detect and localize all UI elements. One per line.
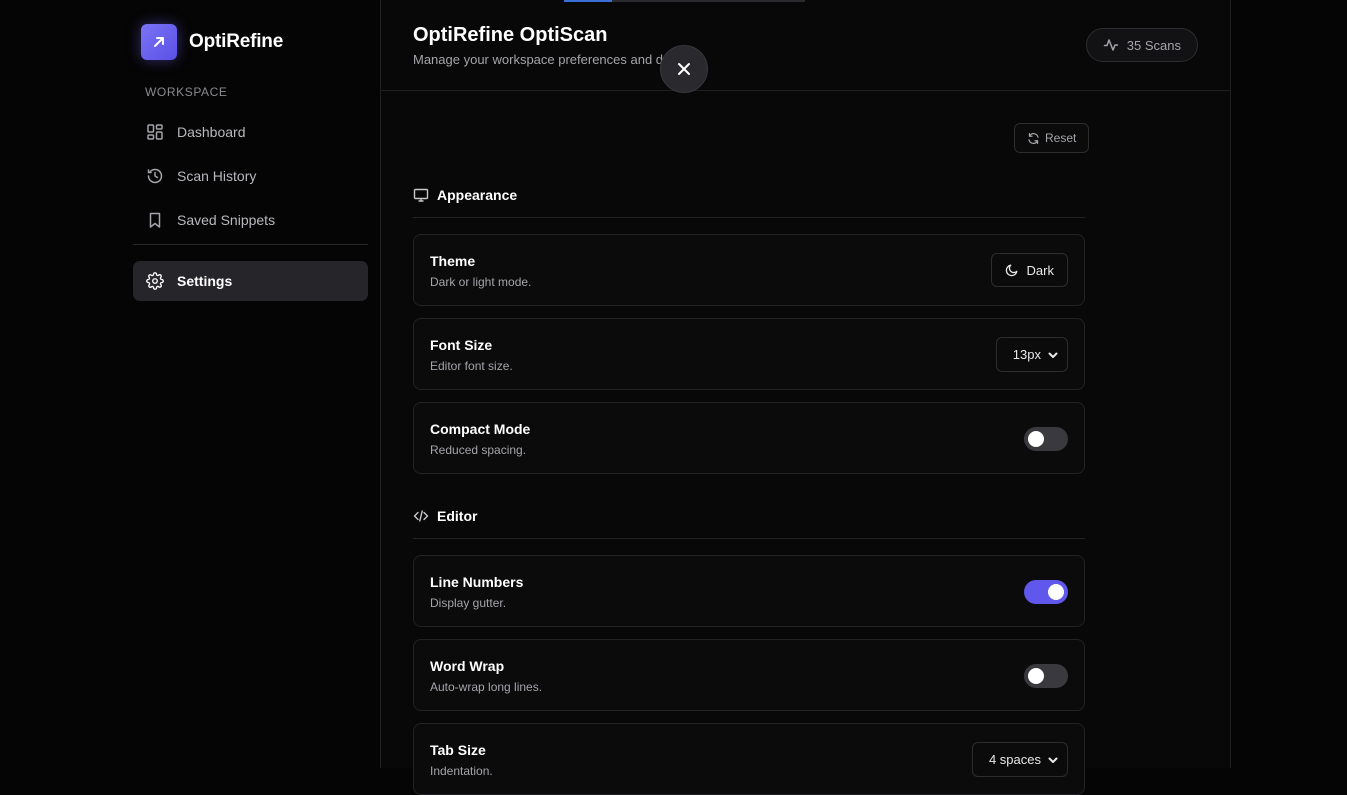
brand-name: OptiRefine (189, 31, 284, 52)
page-title: OptiRefine OptiScan (413, 24, 608, 46)
close-icon (676, 61, 692, 77)
sidebar-item-label: Scan History (177, 168, 257, 184)
toggle-knob (1028, 668, 1044, 684)
section-appearance: Appearance (413, 183, 1085, 207)
chevron-down-icon (1047, 754, 1059, 766)
arrow-up-right-icon (141, 24, 177, 60)
setting-font-size: Font Size Editor font size. 13px (413, 318, 1085, 390)
theme-toggle-button[interactable]: Dark (990, 253, 1068, 287)
tab-size-value: 4 spaces (988, 752, 1041, 767)
setting-description: Indentation. (430, 764, 493, 778)
sidebar-item-label: Saved Snippets (177, 212, 276, 228)
section-divider (413, 217, 1085, 218)
section-title: Editor (437, 508, 478, 524)
tab-size-select[interactable]: 4 spaces (971, 742, 1068, 777)
scans-count: 35 Scans (1126, 37, 1181, 53)
word-wrap-toggle[interactable] (1024, 664, 1068, 688)
setting-compact-mode: Compact Mode Reduced spacing. (413, 402, 1085, 474)
setting-tab-size: Tab Size Indentation. 4 spaces (413, 723, 1085, 795)
sidebar-item-dashboard[interactable]: Dashboard (133, 112, 368, 152)
scans-badge: 35 Scans (1085, 28, 1198, 62)
section-divider (413, 538, 1085, 539)
setting-title: Tab Size (430, 742, 486, 758)
brand[interactable]: OptiRefine (141, 24, 283, 60)
setting-description: Editor font size. (430, 359, 513, 373)
sidebar: OptiRefine WORKSPACE Dashboard Scan Hist… (133, 0, 368, 768)
setting-title: Line Numbers (430, 574, 524, 590)
toggle-knob (1048, 584, 1064, 600)
sidebar-section-label: WORKSPACE (145, 85, 228, 99)
grid-icon (145, 122, 165, 142)
chevron-down-icon (1047, 349, 1059, 361)
moon-icon (1005, 263, 1019, 277)
setting-description: Dark or light mode. (430, 275, 532, 289)
setting-theme: Theme Dark or light mode. Dark (413, 234, 1085, 306)
section-editor: Editor (413, 504, 1085, 528)
activity-icon (1103, 37, 1119, 53)
sidebar-divider (133, 244, 368, 245)
bookmark-icon (145, 210, 165, 230)
font-size-select[interactable]: 13px (995, 337, 1068, 372)
setting-description: Auto-wrap long lines. (430, 680, 543, 694)
setting-title: Font Size (430, 337, 493, 353)
monitor-icon (413, 187, 429, 203)
settings-panel: OptiRefine OptiScan Manage your workspac… (380, 0, 1231, 795)
setting-line-numbers: Line Numbers Display gutter. (413, 555, 1085, 627)
font-size-value: 13px (1012, 347, 1041, 362)
setting-word-wrap: Word Wrap Auto-wrap long lines. (413, 639, 1085, 711)
reset-label: Reset (1045, 131, 1077, 145)
compact-mode-toggle[interactable] (1024, 427, 1068, 451)
sidebar-item-saved-snippets[interactable]: Saved Snippets (133, 200, 368, 240)
gear-icon (145, 271, 165, 291)
refresh-icon (1027, 132, 1040, 145)
sidebar-item-label: Settings (177, 273, 233, 289)
close-button[interactable] (660, 45, 708, 93)
page-subtitle: Manage your workspace preferences and d (413, 52, 664, 67)
history-icon (145, 166, 165, 186)
section-title: Appearance (437, 187, 518, 203)
toggle-knob (1028, 431, 1044, 447)
code-icon (413, 508, 429, 524)
setting-description: Reduced spacing. (430, 443, 527, 457)
setting-title: Theme (430, 253, 476, 269)
line-numbers-toggle[interactable] (1024, 580, 1068, 604)
setting-title: Compact Mode (430, 421, 531, 437)
page-header: OptiRefine OptiScan Manage your workspac… (381, 0, 1230, 91)
setting-title: Word Wrap (430, 658, 505, 674)
setting-description: Display gutter. (430, 596, 507, 610)
reset-button[interactable]: Reset (1014, 123, 1090, 153)
sidebar-item-label: Dashboard (177, 124, 246, 140)
theme-value: Dark (1026, 262, 1054, 278)
sidebar-item-scan-history[interactable]: Scan History (133, 156, 368, 196)
sidebar-item-settings[interactable]: Settings (133, 261, 368, 301)
